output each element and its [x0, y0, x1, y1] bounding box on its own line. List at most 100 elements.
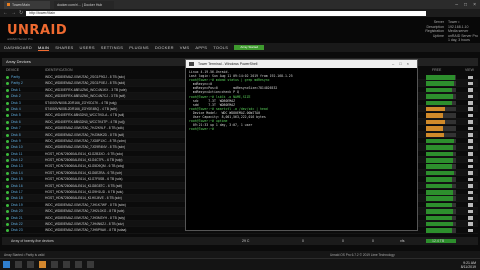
terminal-taskbar-icon[interactable] [63, 261, 70, 268]
task-view-icon[interactable] [27, 261, 34, 268]
nav-item-settings[interactable]: SETTINGS [101, 45, 123, 50]
browse-disk-icon[interactable] [468, 222, 473, 226]
terminal-window[interactable]: Tower Terminal - Windows PowerShell –□× … [185, 59, 418, 231]
usage-fill [426, 221, 453, 227]
close-icon[interactable]: × [473, 2, 476, 8]
device-name[interactable]: Disk 5 [11, 113, 21, 117]
usage-fill [426, 94, 453, 99]
browse-disk-icon[interactable] [468, 94, 473, 99]
taskbar-clock[interactable]: 9:21 AM 8/11/2019 [461, 261, 476, 269]
device-name[interactable]: Disk 14 [11, 171, 23, 175]
browse-disk-icon[interactable] [468, 209, 473, 214]
settings-icon[interactable] [87, 261, 94, 268]
usage-fill [426, 177, 453, 182]
nav-item-plugins[interactable]: PLUGINS [129, 45, 149, 50]
nav-item-shares[interactable]: SHARES [55, 45, 73, 50]
status-dot-icon [6, 178, 9, 182]
maximize-icon[interactable]: □ [464, 2, 467, 8]
device-identification: ST4000VN008-2DR166_ZGY0DJ7K - 4 TB (sdg) [45, 100, 117, 105]
browser-taskbar-icon[interactable] [39, 261, 46, 268]
browse-disk-icon[interactable] [468, 171, 473, 175]
reload-icon[interactable]: ↻ [19, 10, 23, 16]
nav-item-tools[interactable]: TOOLS [213, 45, 228, 50]
device-name[interactable]: Disk 4 [11, 107, 21, 111]
device-name[interactable]: Parity 2 [11, 81, 23, 85]
unraid-logo[interactable]: UNRAID [7, 23, 67, 38]
device-identification: WDC_WD40EFRX-68N32N0_WCC7K4TP - 4 TB (sd… [45, 119, 125, 124]
nav-item-dashboard[interactable]: DASHBOARD [4, 45, 32, 50]
browse-disk-icon[interactable] [468, 158, 473, 163]
browse-disk-icon[interactable] [468, 164, 473, 169]
free-space-bar [426, 106, 456, 112]
status-dot-icon [6, 76, 9, 79]
device-name[interactable]: Disk 15 [11, 177, 23, 181]
device-name[interactable]: Disk 6 [11, 120, 21, 124]
device-name[interactable]: Disk 1 [11, 88, 21, 92]
nav-item-apps[interactable]: APPS [195, 45, 207, 50]
browse-disk-icon[interactable] [468, 107, 473, 111]
device-name[interactable]: Disk 8 [11, 133, 21, 137]
browse-disk-icon[interactable] [468, 126, 473, 131]
device-name[interactable]: Disk 16 [11, 184, 23, 188]
device-name[interactable]: Disk 21 [11, 216, 23, 220]
browse-disk-icon[interactable] [468, 145, 473, 150]
device-name[interactable]: Disk 22 [11, 222, 23, 226]
terminal-output[interactable]: Linux 4.19.56-Unraid. Last login: Sun Aug… [186, 68, 417, 133]
free-space-bar [426, 87, 456, 93]
browse-disk-icon[interactable] [468, 88, 473, 92]
browser-tab-unraid[interactable]: Tower/Main [4, 0, 50, 9]
browser-tab-docker[interactable]: docker.com/r/... | Docker Hub [54, 0, 114, 9]
forward-arrow-icon[interactable]: → [11, 10, 16, 16]
status-dot-icon [6, 107, 9, 111]
device-name[interactable]: Disk 18 [11, 196, 23, 200]
device-name[interactable]: Disk 12 [11, 158, 23, 162]
browse-disk-icon[interactable] [468, 177, 473, 182]
browse-disk-icon[interactable] [468, 75, 473, 79]
browse-disk-icon[interactable] [468, 101, 473, 105]
url-input[interactable]: http://tower/Main [26, 10, 427, 16]
device-name[interactable]: Disk 10 [11, 145, 23, 149]
windows-start-icon[interactable] [3, 261, 10, 268]
device-name[interactable]: Disk 17 [11, 190, 23, 194]
mail-icon[interactable] [75, 261, 82, 268]
nav-item-docker[interactable]: DOCKER [155, 45, 174, 50]
browse-disk-icon[interactable] [468, 203, 473, 207]
terminal-titlebar[interactable]: Tower Terminal - Windows PowerShell –□× [186, 60, 417, 68]
nav-item-users[interactable]: USERS [80, 45, 95, 50]
device-name[interactable]: Disk 2 [11, 94, 21, 98]
array-status-button[interactable]: Array Started [234, 45, 265, 50]
device-name[interactable]: Disk 3 [11, 101, 21, 105]
device-name[interactable]: Disk 11 [11, 152, 22, 156]
device-name[interactable]: Disk 23 [11, 228, 23, 232]
device-name[interactable]: Disk 13 [11, 164, 23, 168]
device-name[interactable]: Disk 9 [11, 139, 21, 143]
terminal-title: Tower Terminal - Windows PowerShell [198, 62, 258, 66]
clock-date: 8/11/2019 [460, 265, 476, 269]
file-explorer-icon[interactable] [51, 261, 58, 268]
back-arrow-icon[interactable]: ← [3, 10, 8, 16]
device-name[interactable]: Disk 19 [11, 203, 23, 207]
browse-disk-icon[interactable] [468, 120, 473, 124]
logo-subtitle: unRAID Server Pro [7, 37, 33, 41]
device-name[interactable]: Parity [11, 75, 20, 79]
device-name[interactable]: Disk 20 [11, 209, 23, 213]
browse-disk-icon[interactable] [468, 216, 473, 220]
browse-disk-icon[interactable] [468, 196, 473, 201]
browse-disk-icon[interactable] [468, 139, 473, 143]
device-name[interactable]: Disk 7 [11, 126, 21, 130]
browse-disk-icon[interactable] [468, 190, 473, 195]
browse-disk-icon[interactable] [468, 228, 473, 233]
search-icon[interactable] [15, 261, 22, 268]
browse-disk-icon[interactable] [468, 133, 473, 137]
nav-item-vms[interactable]: VMS [180, 45, 190, 50]
browse-disk-icon[interactable] [468, 152, 473, 156]
browse-disk-icon[interactable] [468, 81, 473, 86]
usage-fill [426, 106, 445, 112]
status-dot-icon [6, 88, 9, 92]
terminal-window-controls[interactable]: –□× [392, 60, 414, 68]
browse-disk-icon[interactable] [468, 113, 473, 118]
browse-disk-icon[interactable] [468, 184, 473, 188]
server-value: Tower • 192.168.1.10 [448, 20, 469, 29]
nav-item-main[interactable]: MAIN [38, 45, 50, 51]
minimize-icon[interactable]: – [455, 2, 458, 8]
